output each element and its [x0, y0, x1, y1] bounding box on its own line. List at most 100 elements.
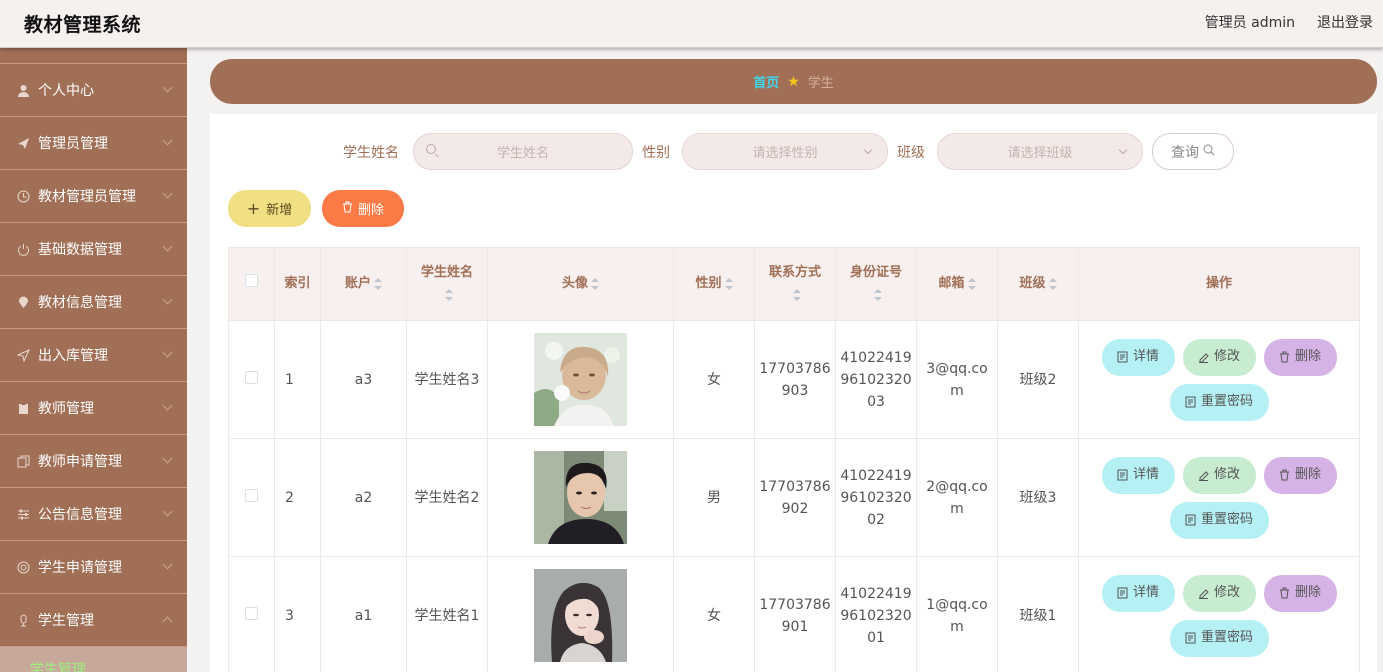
sidebar-item-textbook-admin-management[interactable]: 教材管理员管理 [0, 170, 187, 223]
detail-button[interactable]: 详情 [1101, 456, 1175, 494]
sidebar-item-student-management[interactable]: 学生管理 [0, 594, 187, 647]
cell-class: 班级1 [997, 556, 1079, 672]
row-checkbox[interactable] [245, 488, 258, 502]
sidebar-item-stock-management[interactable]: 出入库管理 [0, 329, 187, 382]
remove-button-label: 删除 [1294, 467, 1321, 482]
col-class-label: 班级 [1019, 276, 1046, 291]
copy-icon [16, 454, 30, 468]
cell-id-card: 41022419 96102320 02 [835, 438, 917, 557]
chevron-down-icon [162, 135, 173, 146]
col-gender[interactable]: 性别 [673, 247, 755, 321]
cell-index: 2 [274, 438, 321, 557]
col-id-card[interactable]: 身份证号 [835, 247, 917, 321]
remove-button-label: 删除 [1294, 349, 1321, 364]
reset-password-button[interactable]: 重置密码 [1169, 619, 1269, 657]
row-checkbox[interactable] [245, 606, 258, 620]
cell-class: 班级2 [997, 320, 1079, 439]
chevron-down-icon [162, 82, 173, 93]
chevron-down-icon [162, 188, 173, 199]
edit-button[interactable]: 修改 [1182, 338, 1256, 376]
sidebar-item-student-application-management[interactable]: 学生申请管理 [0, 541, 187, 594]
sort-icon [873, 288, 882, 301]
sidebar-item-label: 基础数据管理 [38, 242, 122, 258]
navigate-icon [16, 348, 30, 362]
trash-icon [1279, 587, 1290, 599]
document-icon [1117, 587, 1128, 599]
sidebar-item-teacher-management[interactable]: 教师管理 [0, 382, 187, 435]
sidebar-item-label: 教师管理 [38, 401, 94, 417]
detail-button[interactable]: 详情 [1101, 574, 1175, 612]
delete-button-label: 删除 [357, 203, 384, 218]
sidebar-subitem-student-management[interactable]: 学生管理 [0, 647, 187, 672]
reset-password-button[interactable]: 重置密码 [1169, 501, 1269, 539]
remove-button[interactable]: 删除 [1263, 456, 1337, 494]
select-all-checkbox[interactable] [245, 274, 258, 287]
row-checkbox[interactable] [245, 370, 258, 384]
phone-line: 901 [781, 618, 809, 635]
col-name[interactable]: 学生姓名 [406, 247, 488, 321]
sidebar-item-personal-center[interactable]: 个人中心 [0, 64, 187, 117]
sidebar-item-label: 教材管理员管理 [38, 189, 136, 205]
avatar[interactable] [534, 569, 627, 662]
col-avatar[interactable]: 头像 [487, 247, 674, 321]
gender-select[interactable]: 请选择性别 [682, 133, 888, 170]
sidebar-item-admin-management[interactable]: 管理员管理 [0, 117, 187, 170]
top-header: 教材管理系统 管理员 admin 退出登录 [0, 0, 1383, 48]
avatar[interactable] [534, 451, 627, 544]
sidebar-item-basic-data-management[interactable]: 基础数据管理 [0, 223, 187, 276]
cell-operations: 详情 修改 删除 重置密码 [1078, 556, 1360, 672]
cell-id-card: 41022419 96102320 03 [835, 320, 917, 439]
col-phone[interactable]: 联系方式 [754, 247, 836, 321]
remove-button[interactable]: 删除 [1263, 338, 1337, 376]
students-table: 索引 账户 学生姓名 头像 性别 联系方式 身份证号 邮箱 班级 操作 1 a3… [228, 247, 1360, 672]
gender-select-placeholder: 请选择性别 [752, 146, 818, 161]
app-title: 教材管理系统 [24, 14, 142, 36]
sidebar-item-label: 管理员管理 [38, 136, 108, 152]
document-icon [1117, 351, 1128, 363]
class-filter-label: 班级 [897, 145, 925, 161]
query-button[interactable]: 查询 [1152, 133, 1234, 170]
sidebar-item-notice-management[interactable]: 公告信息管理 [0, 488, 187, 541]
class-select[interactable]: 请选择班级 [937, 133, 1143, 170]
email-line: m [950, 500, 964, 517]
chevron-down-icon [162, 453, 173, 464]
col-account[interactable]: 账户 [320, 247, 407, 321]
delete-button[interactable]: 删除 [322, 190, 404, 227]
main-panel: 学生姓名 学生姓名 性别 请选择性别 班级 请选择班级 查询 + 新增 删除 索… [210, 114, 1377, 672]
cell-index: 3 [274, 556, 321, 672]
cell-email: 2@qq.co m [916, 438, 998, 557]
chevron-up-icon [162, 616, 173, 627]
table-row: 2 a2 学生姓名2 男 17703786 902 41022419 96102… [228, 438, 1360, 557]
phone-line: 17703786 [759, 360, 831, 377]
avatar[interactable] [534, 333, 627, 426]
id-line: 41022419 [840, 349, 912, 366]
cell-gender: 男 [673, 438, 755, 557]
col-avatar-label: 头像 [561, 276, 588, 291]
remove-button[interactable]: 删除 [1263, 574, 1337, 612]
edit-button[interactable]: 修改 [1182, 574, 1256, 612]
search-icon [426, 144, 436, 154]
name-search-input[interactable]: 学生姓名 [413, 133, 633, 170]
add-button[interactable]: + 新增 [228, 190, 311, 227]
sidebar-item-teacher-application-management[interactable]: 教师申请管理 [0, 435, 187, 488]
detail-button[interactable]: 详情 [1101, 338, 1175, 376]
sidebar-item-textbook-info-management[interactable]: 教材信息管理 [0, 276, 187, 329]
col-email[interactable]: 邮箱 [916, 247, 998, 321]
id-line: 96102320 [840, 371, 912, 388]
cell-phone: 17703786 901 [754, 556, 836, 672]
edit-button[interactable]: 修改 [1182, 456, 1256, 494]
email-line: m [950, 618, 964, 635]
search-bar: 学生姓名 学生姓名 性别 请选择性别 班级 请选择班级 查询 [210, 132, 1377, 170]
breadcrumb-home-link[interactable]: 首页 [753, 72, 779, 91]
clipboard-icon [16, 401, 30, 415]
reset-password-button[interactable]: 重置密码 [1169, 383, 1269, 421]
phone-line: 17703786 [759, 478, 831, 495]
sidebar-item-label: 学生申请管理 [38, 560, 122, 576]
logout-link[interactable]: 退出登录 [1317, 12, 1373, 32]
document-icon [1117, 469, 1128, 481]
breadcrumb-current: 学生 [807, 76, 834, 91]
id-line: 01 [867, 629, 885, 646]
col-class[interactable]: 班级 [997, 247, 1079, 321]
phone-line: 903 [781, 382, 809, 399]
col-name-label: 学生姓名 [420, 265, 473, 280]
